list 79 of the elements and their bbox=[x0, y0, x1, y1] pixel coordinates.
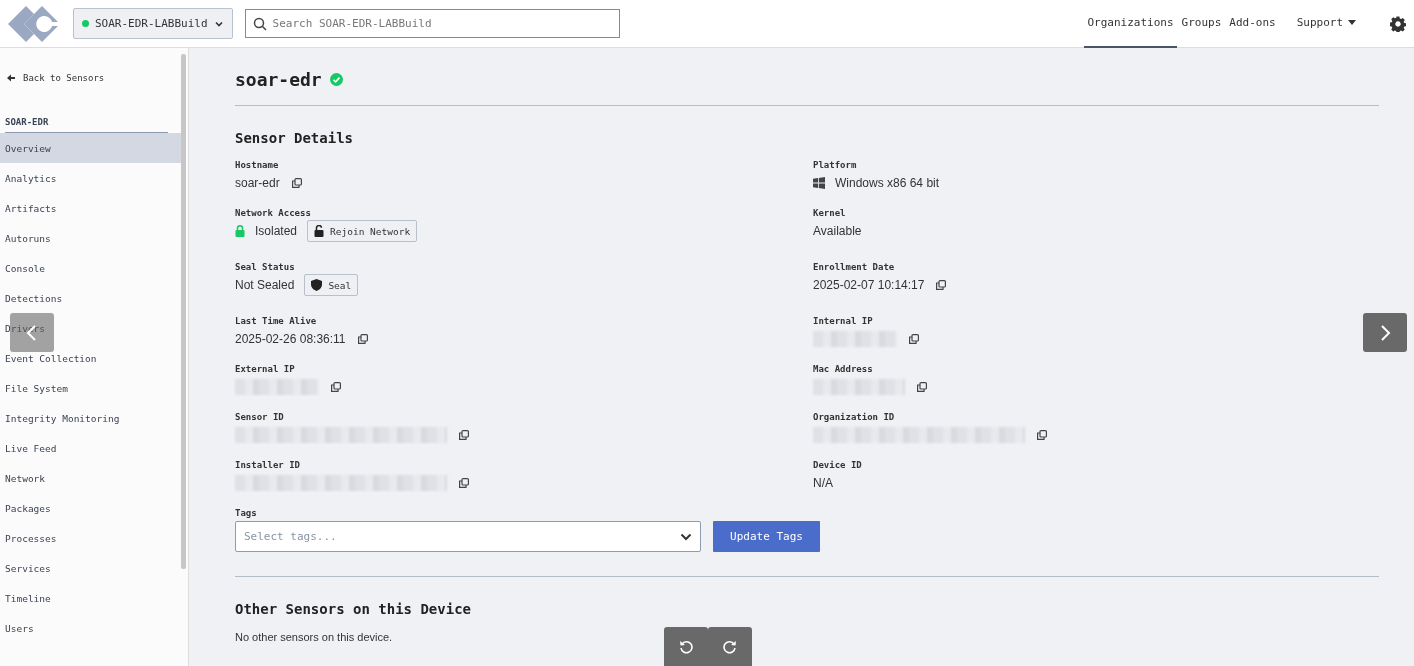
nav-link[interactable]: Add-ons bbox=[1226, 0, 1279, 48]
copy-icon[interactable] bbox=[459, 430, 469, 440]
unlock-icon bbox=[314, 225, 325, 237]
organization-selector[interactable]: SOAR-EDR-LABBuild bbox=[73, 8, 233, 39]
sidebar-item[interactable]: Timeline bbox=[0, 583, 181, 613]
rotate-right-icon bbox=[723, 640, 737, 654]
settings-icon[interactable] bbox=[1390, 15, 1406, 32]
placeholder-text: Select tags... bbox=[244, 530, 337, 543]
field-label: Sensor ID bbox=[235, 412, 285, 422]
field-label: Hostname bbox=[235, 160, 280, 170]
field-label: Enrollment Date bbox=[813, 262, 896, 272]
field-label: Network Access bbox=[235, 208, 312, 218]
sidebar-item[interactable]: Overview bbox=[0, 133, 181, 163]
nav-link[interactable]: Organizations bbox=[1084, 0, 1177, 48]
copy-icon[interactable] bbox=[909, 334, 919, 344]
scrollbar[interactable] bbox=[181, 54, 186, 569]
sidebar-item[interactable]: Console bbox=[0, 253, 181, 283]
lock-icon bbox=[235, 225, 245, 237]
shield-icon bbox=[311, 279, 323, 291]
copy-icon[interactable] bbox=[917, 382, 927, 392]
action-button[interactable]: Seal bbox=[304, 274, 359, 296]
nav-dropdown[interactable]: Support bbox=[1293, 0, 1359, 48]
action-button[interactable]: Rejoin Network bbox=[307, 220, 418, 242]
arrow-left-icon bbox=[7, 74, 15, 82]
field-label: Mac Address bbox=[813, 364, 874, 374]
field-label: Seal Status bbox=[235, 262, 296, 272]
field-label: Last Time Alive bbox=[235, 316, 318, 326]
windows-icon bbox=[813, 177, 825, 189]
nav-link[interactable]: Groups bbox=[1178, 0, 1225, 48]
sidebar-item[interactable]: Live Feed bbox=[0, 433, 181, 463]
field-value: Windows x86 64 bit bbox=[835, 176, 940, 190]
field-value: Not Sealed bbox=[235, 278, 295, 292]
rotate-left-button[interactable] bbox=[664, 627, 708, 666]
section-heading: Sensor Details bbox=[235, 130, 354, 146]
field-value: N/A bbox=[813, 476, 833, 490]
sidebar-item[interactable]: Autoruns bbox=[0, 223, 181, 253]
section-heading: Other Sensors on this Device bbox=[235, 601, 472, 617]
field-value: Available bbox=[813, 224, 862, 238]
chevron-right-icon bbox=[1379, 324, 1391, 341]
copy-icon[interactable] bbox=[357, 334, 368, 344]
sidebar-item[interactable]: Event Collection bbox=[0, 343, 181, 373]
field-value: Isolated bbox=[255, 224, 298, 238]
back-link[interactable]: Back to Sensors bbox=[0, 73, 105, 83]
sidebar-item[interactable]: Services bbox=[0, 553, 181, 583]
chevron-down-icon bbox=[680, 532, 692, 541]
sidebar-item[interactable]: Users bbox=[0, 613, 181, 643]
field-value: soar-edr bbox=[235, 176, 280, 190]
sidebar-item[interactable]: Integrity Monitoring bbox=[0, 403, 181, 433]
copy-icon[interactable] bbox=[1037, 430, 1047, 440]
sidebar-item[interactable]: Processes bbox=[0, 523, 181, 553]
sidebar-item[interactable]: File System bbox=[0, 373, 181, 403]
field-label: Kernel bbox=[813, 208, 847, 218]
copy-icon[interactable] bbox=[459, 478, 469, 488]
copy-icon[interactable] bbox=[936, 280, 947, 290]
rotate-left-icon bbox=[679, 640, 693, 654]
field-label: Device ID bbox=[813, 460, 863, 470]
copy-icon[interactable] bbox=[331, 382, 341, 392]
empty-message: No other sensors on this device. bbox=[235, 631, 394, 643]
field-label: Organization ID bbox=[813, 412, 896, 422]
sidebar-item[interactable]: Packages bbox=[0, 493, 181, 523]
sidebar-item[interactable]: Network bbox=[0, 463, 181, 493]
field-label: Internal IP bbox=[813, 316, 874, 326]
search-field[interactable]: Search SOAR-EDR-LABBuild bbox=[244, 9, 620, 38]
field-value: 2025-02-26 08:36:11 bbox=[235, 332, 346, 346]
field-label: Tags bbox=[235, 508, 258, 518]
field-label: Platform bbox=[813, 160, 858, 170]
search-icon bbox=[252, 17, 267, 31]
field-label: Installer ID bbox=[235, 460, 302, 470]
sidebar-item[interactable]: Artifacts bbox=[0, 193, 181, 223]
rotate-right-button[interactable] bbox=[708, 627, 752, 666]
copy-icon[interactable] bbox=[291, 178, 302, 188]
field-label: External IP bbox=[235, 364, 296, 374]
caret-icon bbox=[1348, 20, 1356, 25]
next-button[interactable] bbox=[1363, 313, 1407, 352]
update-tags-button[interactable]: Update Tags bbox=[713, 521, 820, 552]
sidebar-item[interactable]: Analytics bbox=[0, 163, 181, 193]
field-value: 2025-02-07 10:14:17 bbox=[813, 278, 925, 292]
sidebar-item[interactable]: Detections bbox=[0, 283, 181, 313]
sensor-name: soar-edr bbox=[235, 68, 322, 90]
